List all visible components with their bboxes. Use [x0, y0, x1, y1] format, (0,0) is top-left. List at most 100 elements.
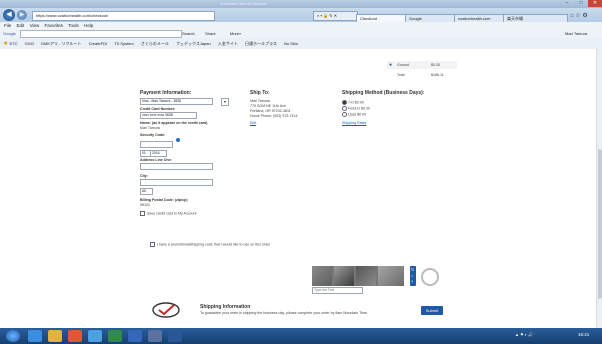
save-card-row[interactable]: Save credit card to My Account — [140, 211, 197, 216]
fav-sakura[interactable]: さくらのメール — [141, 38, 169, 49]
menu-favorites[interactable]: Favorites — [45, 23, 64, 28]
cc-number-label: Credit Card Number: — [140, 107, 176, 111]
fav-nyukin[interactable]: 入金サイト — [218, 38, 238, 49]
google-search-button[interactable]: Search — [182, 29, 195, 38]
guarantee-badge — [152, 302, 180, 318]
promo-label: I have a promotional/shipping code that … — [157, 242, 271, 247]
saved-card-dropdown-icon[interactable]: ▾ — [221, 98, 229, 106]
ship-radio-1[interactable] — [342, 100, 347, 105]
captcha-help-icon[interactable]: ? — [411, 279, 413, 284]
forward-button[interactable]: ▶ — [17, 10, 27, 20]
menu-view[interactable]: View — [30, 23, 40, 28]
city-input[interactable] — [140, 179, 213, 186]
state-select[interactable]: AK — [140, 188, 153, 195]
start-button-icon[interactable] — [6, 330, 20, 342]
window-title: Windows Internet Explorer — [220, 1, 267, 6]
address-bar-area: ◀ ▶ https://www.ovationhealth.com/checko… — [0, 8, 602, 23]
save-card-label: Save credit card to My Account — [147, 211, 197, 216]
shipto-line-3: Portland, OR 97232-3811 — [250, 109, 291, 113]
saved-card-select[interactable]: Visa - Mari Tamura - 3838 — [140, 98, 213, 105]
menu-file[interactable]: File — [4, 23, 11, 28]
user-name[interactable]: Mari Tamura — [565, 29, 587, 38]
promo-checkbox[interactable] — [150, 242, 155, 247]
ie-taskbar-icon[interactable] — [28, 330, 42, 342]
shipping-rates-link[interactable]: Shipping Rates — [342, 121, 366, 125]
fav-etc[interactable]: ETC — [10, 38, 18, 49]
shipto-edit-link[interactable]: Edit — [250, 121, 256, 125]
fav-nittsu[interactable]: 日通ホールプラス — [245, 38, 277, 49]
ship-radio-3[interactable] — [342, 112, 347, 117]
word-taskbar-icon[interactable] — [168, 330, 182, 342]
app-taskbar-icon-4[interactable] — [148, 330, 162, 342]
guarantee-badge-icon — [152, 302, 180, 318]
menu-help[interactable]: Help — [84, 23, 93, 28]
home-icon[interactable]: ⌂ ☆ ⚙ — [570, 12, 588, 19]
ship-option-3-label: Upss $0.00 — [348, 112, 367, 117]
app-taskbar-icon-2[interactable] — [108, 330, 122, 342]
window-titlebar: Windows Internet Explorer – □ ✕ — [0, 0, 602, 8]
fav-ggg[interactable]: GGG — [25, 38, 34, 49]
security-code-input[interactable] — [140, 141, 173, 148]
ship-option-2-label: Fed3-D $5.00 — [348, 106, 370, 111]
cc-number-input[interactable]: xxxx xxxx xxxx 3838 — [140, 112, 197, 119]
ship-radio-2[interactable] — [342, 106, 347, 111]
scrollbar-thumb[interactable] — [598, 149, 602, 299]
security-help-icon[interactable] — [176, 138, 180, 142]
clock[interactable]: 16:21 — [578, 332, 589, 337]
close-button[interactable]: ✕ — [588, 0, 602, 7]
ship-option-3[interactable]: Upss $0.00 — [342, 112, 366, 117]
app-taskbar-icon-1[interactable] — [88, 330, 102, 342]
fav-nuskin[interactable]: Nu Skin — [284, 38, 298, 49]
summary-row-total: Total $188.11 — [387, 72, 457, 79]
app-taskbar-icon-3[interactable] — [128, 330, 142, 342]
captcha-refresh-icon[interactable]: ↻ — [411, 267, 414, 272]
promo-row[interactable]: I have a promotional/shipping code that … — [150, 242, 270, 247]
back-button[interactable]: ◀ — [3, 9, 15, 21]
ship-option-1[interactable]: 7-D $0.00 — [342, 100, 364, 105]
system-tray-icons[interactable]: ▲ ⚑ ◐ 🔊 — [515, 332, 533, 337]
ground-radio-icon: ● — [389, 62, 393, 68]
shipping-method-title: Shipping Method (Business Days): — [342, 90, 425, 96]
summary-value-ground: $0.00 — [431, 63, 440, 67]
ship-option-2[interactable]: Fed3-D $5.00 — [342, 106, 370, 111]
url-field[interactable]: https://www.ovationhealth.com/checkout/ — [32, 11, 215, 21]
fav-fedex[interactable]: フェデックスJapan — [176, 38, 211, 49]
google-share-button[interactable]: Share — [205, 29, 216, 38]
zip-value: 98102 — [140, 203, 150, 207]
vertical-scrollbar[interactable] — [596, 49, 602, 328]
exp-year-select[interactable]: 2016 — [150, 150, 167, 157]
payment-title: Payment Information: — [140, 90, 192, 96]
google-search-input[interactable] — [20, 30, 182, 38]
ship-option-1-label: 7-D $0.00 — [348, 100, 364, 105]
media-taskbar-icon[interactable] — [68, 330, 82, 342]
taskbar: ▲ ⚑ ◐ 🔊 16:21 — [0, 328, 602, 344]
shipto-line-4: Home Phone: (503) 573-7414 — [250, 114, 298, 118]
city-label: City: — [140, 174, 148, 178]
security-code-label: Security Code: — [140, 133, 166, 137]
shipping-info-text: To guarantee your order is shipping the … — [200, 311, 368, 315]
page-content: ● Ground $0.00 Total $188.11 Payment Inf… — [0, 49, 596, 328]
captcha-input[interactable]: Type the Text — [312, 287, 363, 294]
captcha-audio-icon[interactable]: ♪ — [411, 273, 413, 278]
menu-edit[interactable]: Edit — [17, 23, 25, 28]
fav-ts-system[interactable]: TS System — [114, 38, 134, 49]
name-value: Mari Tamura — [140, 126, 160, 130]
favorites-star-icon[interactable]: ★ — [3, 41, 8, 47]
summary-label-ground: Ground — [397, 63, 409, 67]
save-card-checkbox[interactable] — [140, 211, 145, 216]
maximize-button[interactable]: □ — [574, 0, 588, 7]
address-tools[interactable]: ⌕ ▾ 🔒 ↻ ✕ — [313, 11, 358, 21]
captcha-controls[interactable]: ↻ ♪ ? — [410, 266, 416, 286]
summary-label-total: Total — [397, 73, 405, 77]
minimize-button[interactable]: – — [560, 0, 574, 7]
fav-dmk[interactable]: DMKアリ - リクルート — [41, 38, 81, 49]
address-input[interactable] — [140, 163, 213, 170]
submit-button[interactable]: Submit — [421, 306, 443, 315]
fav-createfdi[interactable]: CreateFDI — [89, 38, 107, 49]
explorer-taskbar-icon[interactable] — [48, 330, 62, 342]
shipto-line-2: 775 SOM NE 11th Ave — [250, 104, 286, 108]
menu-tools[interactable]: Tools — [68, 23, 79, 28]
summary-row-shipping: ● Ground $0.00 — [387, 61, 457, 69]
google-more-button[interactable]: More» — [230, 29, 241, 38]
recaptcha-logo — [421, 268, 439, 286]
